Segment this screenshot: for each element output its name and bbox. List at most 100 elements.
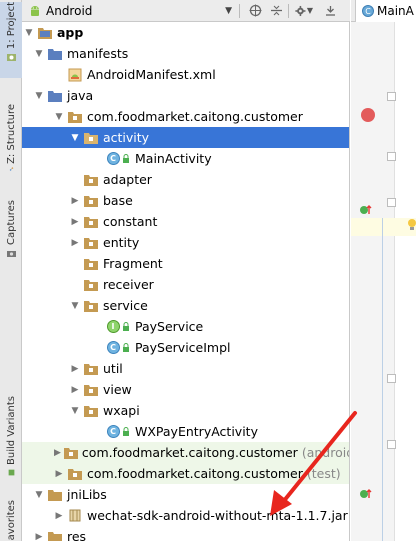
tree-label: entity [103,235,140,250]
override-icon[interactable] [359,488,373,500]
toolbar-divider [239,3,240,18]
tree-node-jnilibs[interactable]: ▼ jniLibs [22,484,349,505]
hide-panel-button[interactable] [321,2,339,20]
module-folder-icon [37,26,53,40]
fold-marker[interactable] [387,374,396,383]
tree-node-adapter[interactable]: adapter [22,169,349,190]
tree-node-pay-service[interactable]: I PayService [22,316,349,337]
lock-icon [122,320,130,334]
tree-label: wechat-sdk-android-without-mta-1.1.7.jar [87,508,348,523]
tree-node-java[interactable]: ▼ java [22,85,349,106]
tree-label: app [57,25,84,40]
tab-favorites[interactable]: avorites [0,500,22,541]
collapse-all-button[interactable] [267,2,285,20]
tree-label-suffix: (androidT [301,445,349,460]
tree-label: java [67,88,94,103]
package-icon [83,278,99,292]
tree-node-wxapi[interactable]: ▼ wxapi [22,400,349,421]
hide-icon [325,6,335,16]
collapsed-arrow-icon[interactable]: ▶ [70,364,80,374]
view-mode-label: Android [46,3,93,18]
tree-label: wxapi [103,403,140,418]
tree-label: jniLibs [67,487,107,502]
tree-node-res[interactable]: ▶ res [22,526,349,541]
tree-node-android-manifest[interactable]: AndroidManifest.xml [22,64,349,85]
tab-captures[interactable]: Captures [0,200,22,264]
tree-node-base[interactable]: ▶ base [22,190,349,211]
tree-node-constant[interactable]: ▶ constant [22,211,349,232]
fold-marker[interactable] [387,198,396,207]
settings-button[interactable]: ▼ [295,2,313,20]
tree-node-package-main[interactable]: ▼ com.foodmarket.caitong.customer [22,106,349,127]
fold-marker[interactable] [387,92,396,101]
editor-tab-bar: C MainA [351,0,416,22]
package-icon [83,215,99,229]
expand-arrow-icon[interactable]: ▼ [70,301,80,311]
sync-button[interactable] [246,2,264,20]
override-icon[interactable] [359,204,373,216]
tree-node-wx-pay-entry[interactable]: C WXPayEntryActivity [22,421,349,442]
lightbulb-icon[interactable] [407,218,416,232]
tree-node-receiver[interactable]: receiver [22,274,349,295]
tree-label: PayServiceImpl [135,340,231,355]
tree-node-view[interactable]: ▶ view [22,379,349,400]
jar-icon [67,509,83,523]
tree-node-package-android-test[interactable]: ▶ com.foodmarket.caitong.customer (andro… [22,442,349,463]
collapsed-arrow-icon[interactable]: ▶ [54,469,64,479]
collapsed-arrow-icon[interactable]: ▶ [70,196,80,206]
tab-build-variants-label: Build Variants [5,396,17,465]
gear-icon [295,5,306,16]
collapsed-arrow-icon[interactable]: ▶ [34,532,44,541]
collapsed-arrow-icon[interactable]: ▶ [54,448,61,458]
tab-structure[interactable]: Z: Structure [0,104,22,174]
package-icon [67,467,83,481]
tab-build-variants[interactable]: Build Variants [0,396,22,480]
package-icon [83,173,99,187]
tree-node-main-activity[interactable]: C MainActivity [22,148,349,169]
expand-arrow-icon[interactable]: ▼ [70,133,80,143]
tree-node-package-test[interactable]: ▶ com.foodmarket.caitong.customer (test) [22,463,349,484]
camera-icon [6,250,16,257]
breakpoint-icon[interactable] [361,108,375,122]
interface-icon: I [105,320,121,334]
tree-node-pay-service-impl[interactable]: C PayServiceImpl [22,337,349,358]
tree-node-service[interactable]: ▼ service [22,295,349,316]
expand-arrow-icon[interactable]: ▼ [34,490,44,500]
editor-tab-label: MainA [377,4,414,18]
tree-node-manifests[interactable]: ▼ manifests [22,43,349,64]
xml-file-icon [67,68,83,82]
tree-label: service [103,298,148,313]
fold-marker[interactable] [387,440,396,449]
target-icon [249,4,261,17]
collapsed-arrow-icon[interactable]: ▶ [70,385,80,395]
tab-project[interactable]: 1: Project [0,2,22,78]
tree-label: util [103,361,123,376]
expand-arrow-icon[interactable]: ▼ [24,28,34,38]
expand-arrow-icon[interactable]: ▼ [34,49,44,59]
package-icon [83,194,99,208]
collapsed-arrow-icon[interactable]: ▶ [54,511,64,521]
expand-arrow-icon[interactable]: ▼ [54,112,64,122]
expand-arrow-icon[interactable]: ▼ [34,91,44,101]
tree-node-app[interactable]: ▼ app [22,22,349,43]
folder-icon [47,47,63,61]
package-icon [83,257,99,271]
tree-node-entity[interactable]: ▶ entity [22,232,349,253]
editor-area[interactable] [351,22,416,541]
fold-marker[interactable] [387,152,396,161]
settings-caret-icon: ▼ [306,6,313,15]
tree-node-wechat-jar[interactable]: ▶ wechat-sdk-android-without-mta-1.1.7.j… [22,505,349,526]
tree-node-activity[interactable]: ▼ activity [22,127,349,148]
tree-node-fragment[interactable]: Fragment [22,253,349,274]
tree-label: com.foodmarket.caitong.customer [87,466,303,481]
collapsed-arrow-icon[interactable]: ▶ [70,217,80,227]
tree-label: res [67,529,87,541]
collapsed-arrow-icon[interactable]: ▶ [70,238,80,248]
package-icon [83,236,99,250]
view-mode-dropdown[interactable]: Android ▼ [46,4,236,18]
package-icon [67,110,83,124]
class-icon: C [362,5,374,17]
editor-tab-mainactivity[interactable]: C MainA [355,0,416,22]
expand-arrow-icon[interactable]: ▼ [70,406,80,416]
tree-node-util[interactable]: ▶ util [22,358,349,379]
